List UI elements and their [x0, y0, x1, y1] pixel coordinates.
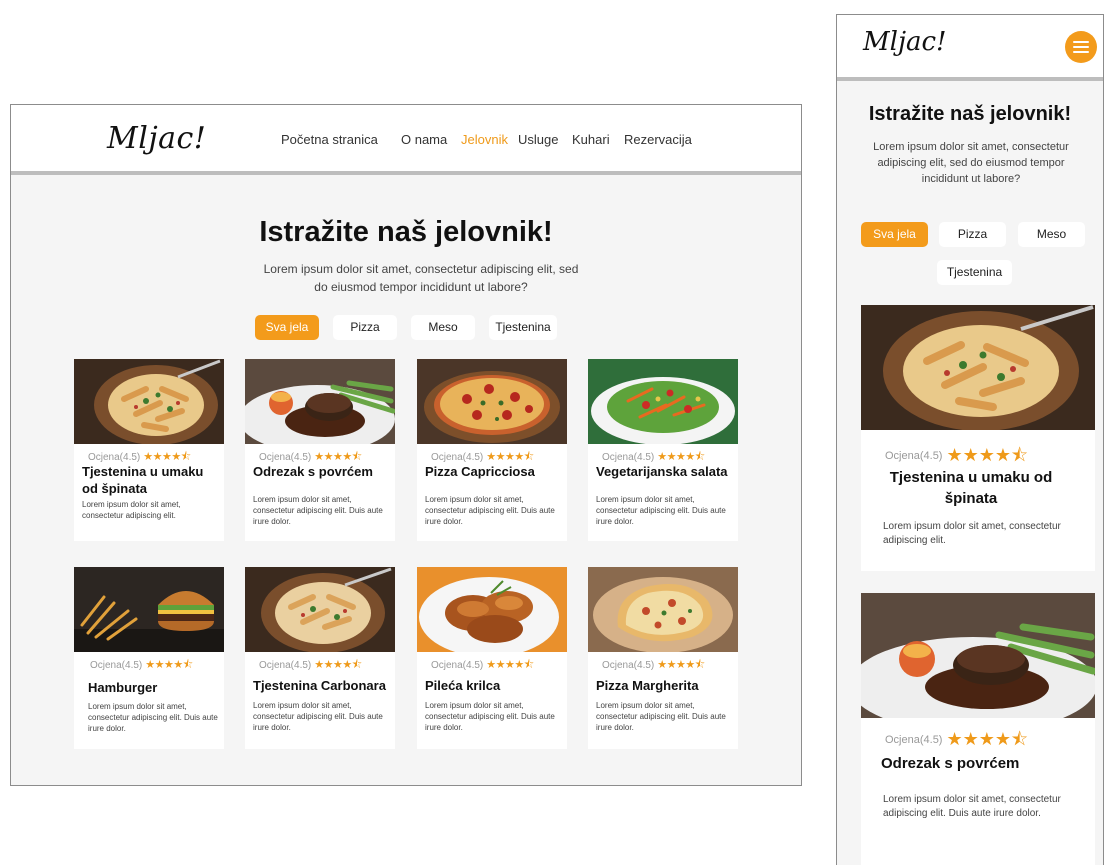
- filter-all[interactable]: Sva jela: [255, 315, 319, 340]
- page-title: Istražite naš jelovnik!: [868, 103, 1072, 125]
- dish-description: Lorem ipsum dolor sit amet, consectetur …: [596, 701, 726, 732]
- dish-card[interactable]: Ocjena(4.5) ★★★★⯪ Vegetarijanska salata L…: [588, 359, 738, 541]
- rating-stars-icon: ★★★★⯪: [314, 451, 362, 463]
- rating: Ocjena(4.5) ★★★★⯪: [431, 659, 534, 671]
- dish-description: Lorem ipsum dolor sit amet, consectetur …: [425, 495, 555, 526]
- dish-description: Lorem ipsum dolor sit amet, consectetur …: [253, 701, 383, 732]
- rating-stars-icon: ★★★★⯪: [314, 659, 362, 671]
- site-header: Mljac!: [837, 15, 1103, 81]
- nav-menu[interactable]: Jelovnik: [461, 132, 508, 147]
- dish-name: Pizza Margherita: [596, 678, 699, 693]
- nav-about[interactable]: O nama: [401, 132, 447, 147]
- desktop-mockup: Mljac! Početna stranica O nama Jelovnik …: [10, 104, 802, 786]
- dish-name: Tjestenina u umaku od špinata: [82, 464, 204, 496]
- salad-icon: [588, 359, 738, 444]
- rating-stars-icon: ★★★★⯪: [946, 445, 1029, 465]
- rating-stars-icon: ★★★★⯪: [946, 729, 1029, 749]
- dish-name: Odrezak s povrćem: [881, 755, 1020, 772]
- filter-all[interactable]: Sva jela: [861, 222, 928, 247]
- rating-stars-icon: ★★★★⯪: [486, 659, 534, 671]
- dish-description: Lorem ipsum dolor sit amet, consectetur …: [425, 701, 555, 732]
- dish-card[interactable]: Ocjena(4.5) ★★★★⯪ Pizza Capricciosa Lorem…: [417, 359, 567, 541]
- hamburger-menu-icon[interactable]: [1065, 31, 1097, 63]
- nav-home[interactable]: Početna stranica: [281, 132, 378, 147]
- mobile-mockup: Mljac! Istražite naš jelovnik! Lorem ips…: [836, 14, 1104, 865]
- filter-pasta[interactable]: Tjestenina: [937, 260, 1012, 285]
- pizza-icon: [417, 359, 567, 444]
- dish-description: Lorem ipsum dolor sit amet, consectetur …: [883, 794, 1061, 819]
- dish-description: Lorem ipsum dolor sit amet, consectetur …: [82, 500, 181, 520]
- filter-pizza[interactable]: Pizza: [333, 315, 397, 340]
- dish-card[interactable]: Ocjena(4.5) ★★★★⯪ Odrezak s povrćem Lorem…: [861, 593, 1095, 865]
- rating-stars-icon: ★★★★⯪: [486, 451, 534, 463]
- pasta-icon: [74, 359, 224, 444]
- dish-card[interactable]: Ocjena(4.5) ★★★★⯪ Tjestenina u umaku od š…: [74, 359, 224, 541]
- rating-stars-icon: ★★★★⯪: [145, 659, 193, 671]
- burger-icon: [74, 567, 224, 652]
- filter-pizza[interactable]: Pizza: [939, 222, 1006, 247]
- pasta-icon: [861, 305, 1095, 430]
- rating-stars-icon: ★★★★⯪: [657, 451, 705, 463]
- filter-meat[interactable]: Meso: [1018, 222, 1085, 247]
- dish-card[interactable]: Ocjena(4.5) ★★★★⯪ Tjestenina u umaku od š…: [861, 305, 1095, 571]
- dish-name: Vegetarijanska salata: [596, 464, 728, 479]
- site-header: Mljac! Početna stranica O nama Jelovnik …: [11, 105, 801, 175]
- steak-icon: [245, 359, 395, 444]
- dish-description: Lorem ipsum dolor sit amet, consectetur …: [596, 495, 726, 526]
- nav-reservation[interactable]: Rezervacija: [624, 132, 692, 147]
- rating-stars-icon: ★★★★⯪: [143, 451, 191, 463]
- dish-name: Odrezak s povrćem: [253, 464, 373, 479]
- dish-name: Pileća krilca: [425, 678, 501, 693]
- filter-meat[interactable]: Meso: [411, 315, 475, 340]
- rating: Ocjena(4.5) ★★★★⯪: [259, 659, 362, 671]
- dish-description: Lorem ipsum dolor sit amet, consectetur …: [253, 495, 383, 526]
- steak-icon: [861, 593, 1095, 718]
- dish-description: Lorem ipsum dolor sit amet, consectetur …: [88, 702, 218, 733]
- brand-logo[interactable]: Mljac!: [863, 27, 947, 57]
- page-intro: Lorem ipsum dolor sit amet, consectetur …: [263, 262, 579, 294]
- dish-card[interactable]: Ocjena(4.5) ★★★★⯪ Pizza Margherita Lorem …: [588, 567, 738, 749]
- nav-chefs[interactable]: Kuhari: [572, 132, 610, 147]
- pizza-icon: [588, 567, 738, 652]
- rating: Ocjena(4.5) ★★★★⯪: [602, 659, 705, 671]
- dish-card[interactable]: Ocjena(4.5) ★★★★⯪ Pileća krilca Lorem ips…: [417, 567, 567, 749]
- page-title: Istražite naš jelovnik!: [259, 216, 553, 248]
- rating: Ocjena(4.5) ★★★★⯪: [90, 659, 193, 671]
- dish-name: Tjestenina Carbonara: [253, 678, 386, 693]
- dish-card[interactable]: Ocjena(4.5) ★★★★⯪ Tjestenina Carbonara Lo…: [245, 567, 395, 749]
- dish-name: Tjestenina u umaku od špinata: [889, 469, 1053, 507]
- nav-services[interactable]: Usluge: [518, 132, 558, 147]
- chicken-wings-icon: [417, 567, 567, 652]
- page-intro: Lorem ipsum dolor sit amet, consectetur …: [873, 141, 1069, 185]
- rating-stars-icon: ★★★★⯪: [657, 659, 705, 671]
- dish-name: Hamburger: [88, 680, 158, 695]
- dish-description: Lorem ipsum dolor sit amet, consectetur …: [883, 521, 1061, 546]
- dish-card[interactable]: Ocjena(4.5) ★★★★⯪ Odrezak s povrćem Lorem…: [245, 359, 395, 541]
- dish-name: Pizza Capricciosa: [425, 464, 535, 479]
- dish-card[interactable]: Ocjena(4.5) ★★★★⯪ Hamburger Lorem ipsum d…: [74, 567, 224, 749]
- pasta-icon: [245, 567, 395, 652]
- filter-pasta[interactable]: Tjestenina: [489, 315, 557, 340]
- brand-logo[interactable]: Mljac!: [107, 121, 206, 156]
